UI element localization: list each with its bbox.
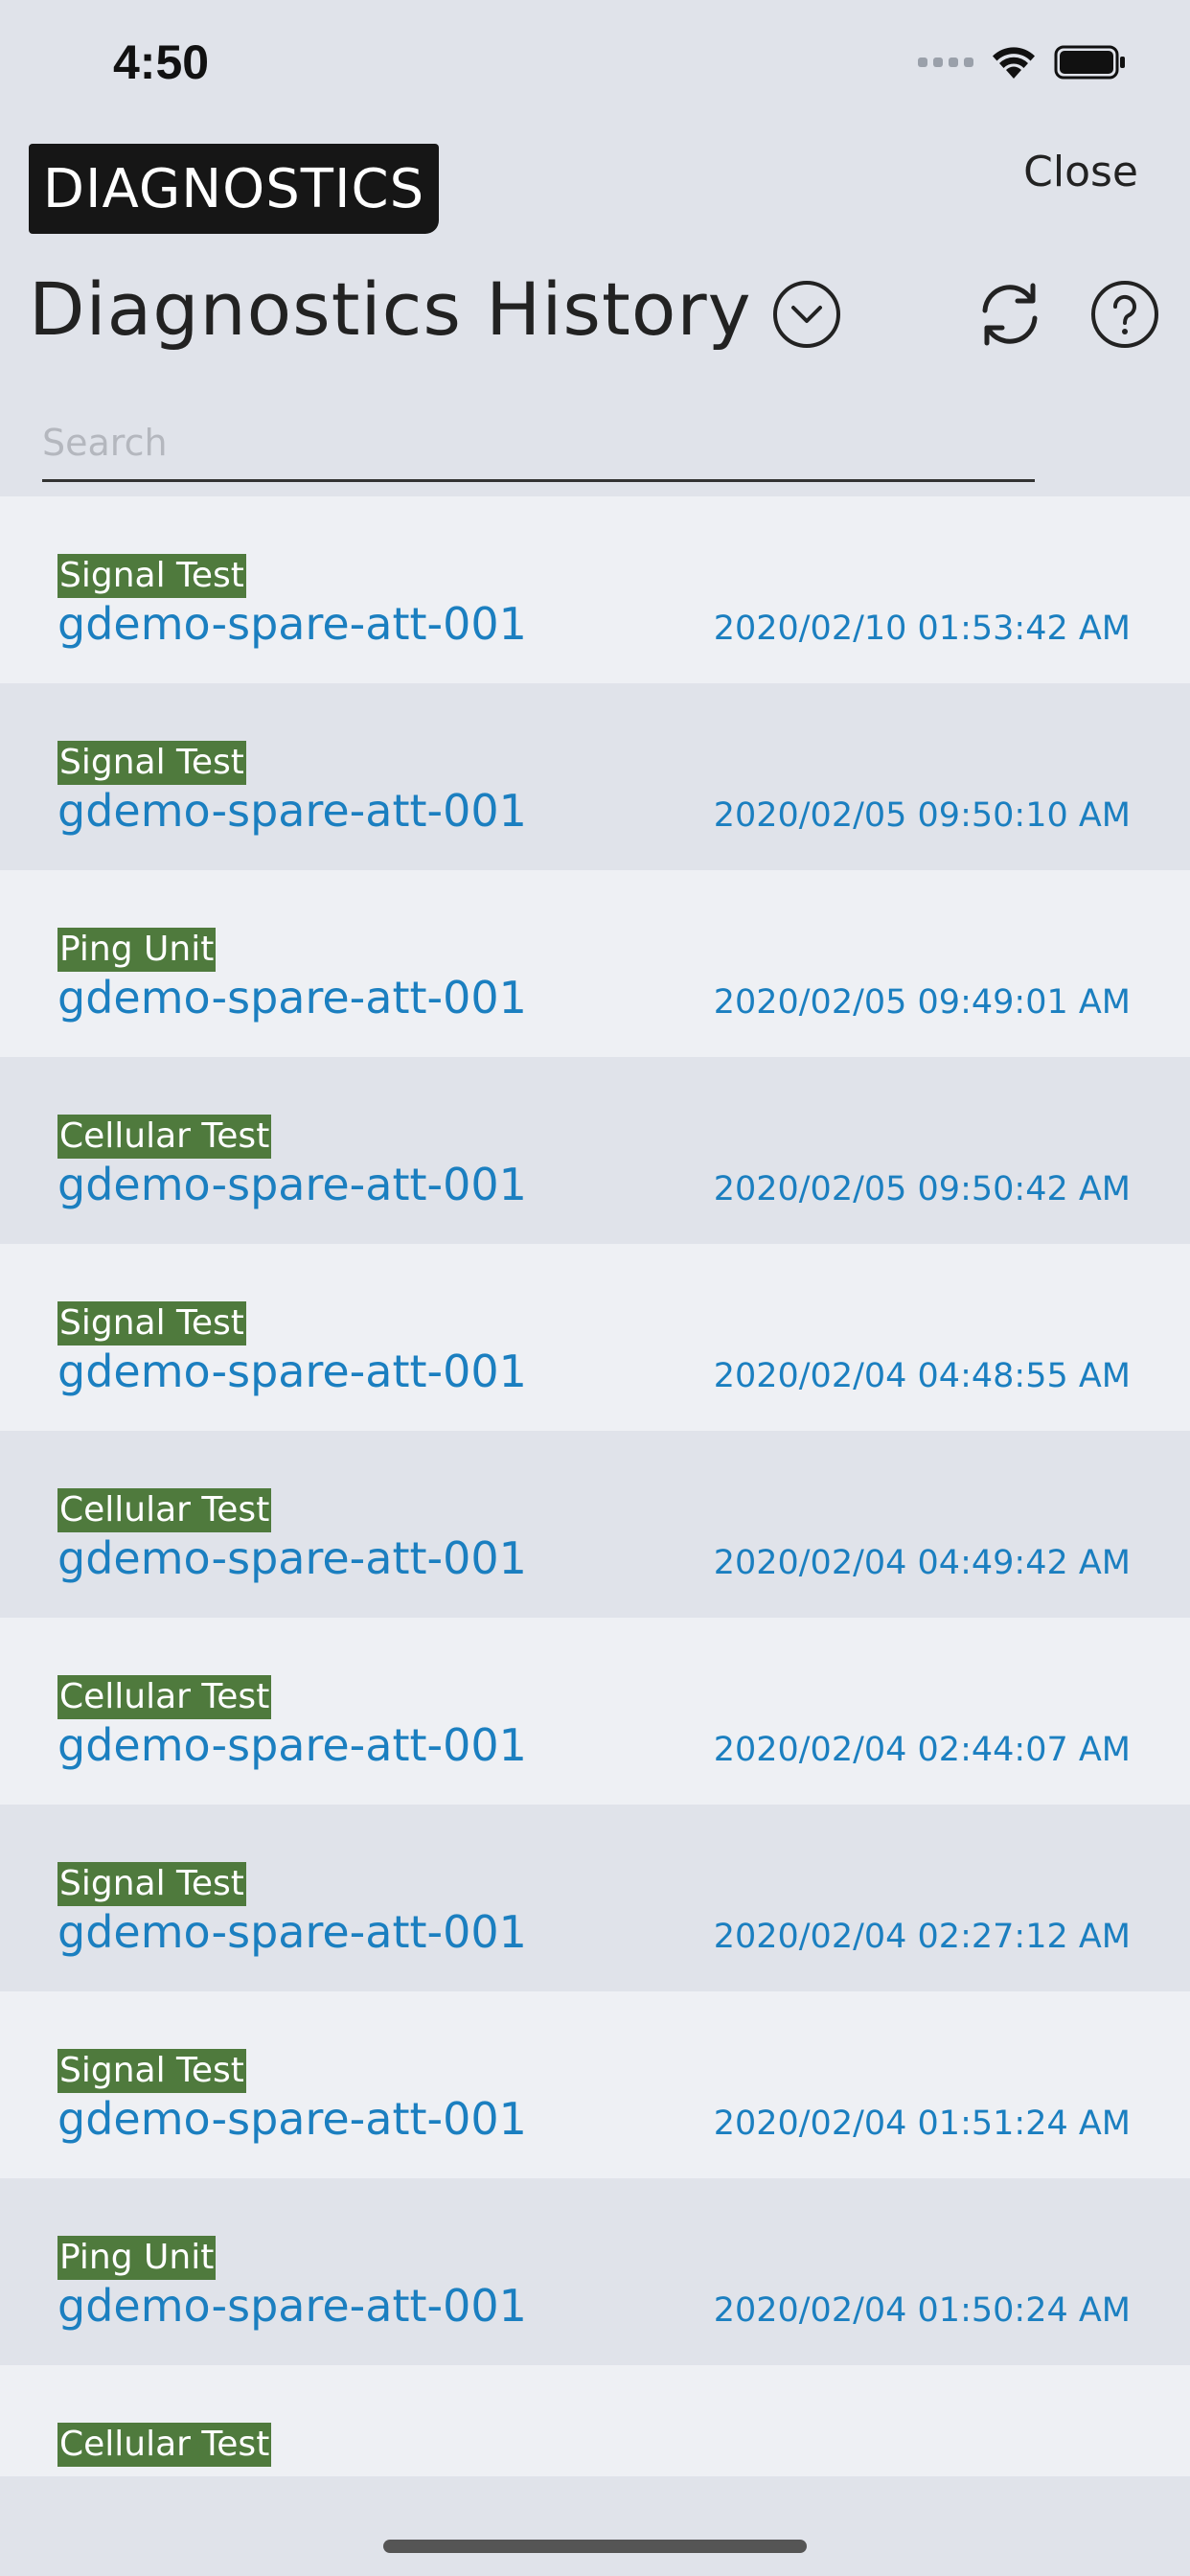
home-indicator[interactable] [383,2540,807,2553]
list-item[interactable]: Ping Unit gdemo-spare-att-001 2020/02/04… [0,2178,1190,2365]
list-item[interactable]: Cellular Test [0,2365,1190,2476]
device-name: gdemo-spare-att-001 [57,972,527,1024]
test-type-tag: Cellular Test [57,1675,272,1719]
list-item[interactable]: Signal Test gdemo-spare-att-001 2020/02/… [0,1805,1190,1991]
list-item[interactable]: Cellular Test gdemo-spare-att-001 2020/0… [0,1057,1190,1244]
test-type-tag: Signal Test [57,741,246,785]
timestamp: 2020/02/04 04:49:42 AM [713,1544,1131,1582]
list-item[interactable]: Signal Test gdemo-spare-att-001 2020/02/… [0,683,1190,870]
list-item[interactable]: Ping Unit gdemo-spare-att-001 2020/02/05… [0,870,1190,1057]
device-name: gdemo-spare-att-001 [57,1159,527,1210]
help-circle-icon[interactable] [1090,280,1159,349]
device-name: gdemo-spare-att-001 [57,1719,527,1771]
chevron-down-circle-icon[interactable] [772,280,841,349]
test-type-tag: Signal Test [57,1301,246,1346]
test-type-tag: Ping Unit [57,928,217,972]
list-item[interactable]: Signal Test gdemo-spare-att-001 2020/02/… [0,1991,1190,2178]
history-list: Signal Test gdemo-spare-att-001 2020/02/… [0,496,1190,2476]
device-name: gdemo-spare-att-001 [57,2280,527,2332]
device-name: gdemo-spare-att-001 [57,598,527,650]
refresh-icon[interactable] [973,278,1046,351]
cellular-signal-icon [918,58,973,67]
status-time: 4:50 [113,35,210,89]
brand-badge: DIAGNOSTICS [29,144,439,234]
test-type-tag: Ping Unit [57,2236,217,2280]
status-bar: 4:50 [0,0,1190,134]
list-item[interactable]: Cellular Test gdemo-spare-att-001 2020/0… [0,1618,1190,1805]
device-name: gdemo-spare-att-001 [57,2093,527,2145]
test-type-tag: Cellular Test [57,1488,272,1532]
timestamp: 2020/02/10 01:53:42 AM [713,610,1131,648]
device-name: gdemo-spare-att-001 [57,1532,527,1584]
search-input[interactable] [42,406,1035,479]
timestamp: 2020/02/05 09:49:01 AM [713,983,1131,1022]
test-type-tag: Cellular Test [57,2423,272,2467]
list-item[interactable]: Signal Test gdemo-spare-att-001 2020/02/… [0,1244,1190,1431]
test-type-tag: Signal Test [57,554,246,598]
timestamp: 2020/02/04 04:48:55 AM [713,1357,1131,1395]
home-bar-area [0,2476,1190,2576]
timestamp: 2020/02/04 01:51:24 AM [713,2104,1131,2143]
close-button[interactable]: Close [1023,148,1138,196]
timestamp: 2020/02/05 09:50:42 AM [713,1170,1131,1208]
test-type-tag: Signal Test [57,1862,246,1906]
device-name: gdemo-spare-att-001 [57,1346,527,1397]
page-title: Diagnostics History [29,266,752,352]
test-type-tag: Signal Test [57,2049,246,2093]
test-type-tag: Cellular Test [57,1115,272,1159]
list-item[interactable]: Cellular Test gdemo-spare-att-001 2020/0… [0,1431,1190,1618]
timestamp: 2020/02/04 02:44:07 AM [713,1731,1131,1769]
device-name: gdemo-spare-att-001 [57,1906,527,1958]
timestamp: 2020/02/04 01:50:24 AM [713,2291,1131,2330]
timestamp: 2020/02/04 02:27:12 AM [713,1918,1131,1956]
search-field [42,406,1035,482]
timestamp: 2020/02/05 09:50:10 AM [713,796,1131,835]
device-name: gdemo-spare-att-001 [57,785,527,837]
list-item[interactable]: Signal Test gdemo-spare-att-001 2020/02/… [0,496,1190,683]
wifi-icon [993,47,1035,79]
battery-icon [1054,45,1125,80]
status-icons [918,44,1127,80]
